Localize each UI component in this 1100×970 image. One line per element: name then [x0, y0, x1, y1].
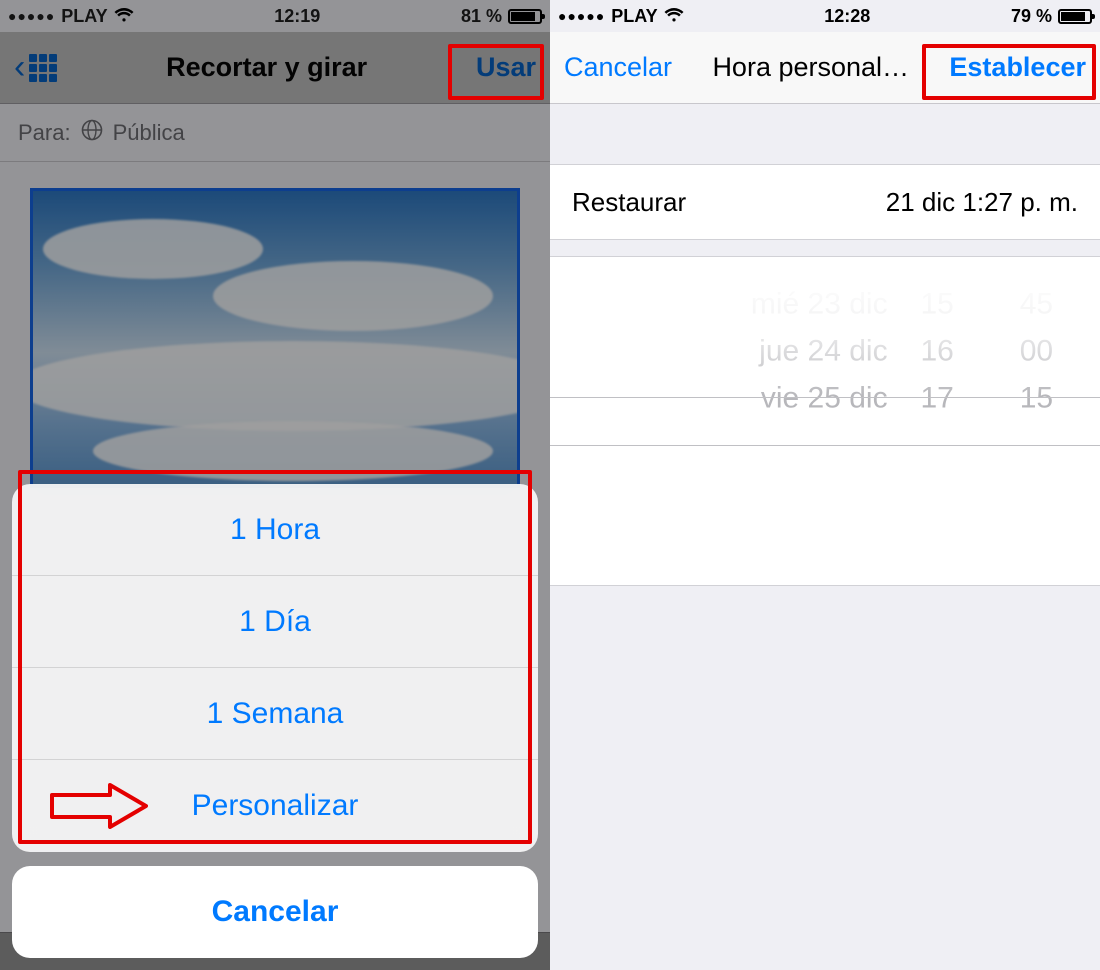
restore-row[interactable]: Restaurar 21 dic 1:27 p. m.: [550, 164, 1100, 240]
wifi-icon: [664, 6, 684, 27]
battery-icon: [1058, 9, 1092, 24]
nav-bar: Cancelar Hora personal… Establecer: [550, 32, 1100, 104]
sheet-option-1-semana[interactable]: 1 Semana: [12, 668, 538, 760]
sheet-option-1-dia[interactable]: 1 Día: [12, 576, 538, 668]
signal-dots-icon: ●●●●●: [558, 8, 605, 24]
clock: 12:28: [824, 6, 870, 27]
picker-item[interactable]: 15: [888, 280, 987, 327]
picker-item[interactable]: mar 22 dic: [564, 257, 888, 280]
picker-column-min[interactable]: 153045001530450015: [987, 257, 1086, 585]
arrow-right-icon: [48, 783, 148, 829]
status-bar: ●●●●● PLAY 12:28 79 %: [550, 0, 1100, 32]
screenshot-left: ●●●●● PLAY 12:19 81 % ‹ Recortar y girar…: [0, 0, 550, 970]
picker-item[interactable]: 30: [987, 257, 1086, 280]
picker-item[interactable]: 45: [987, 280, 1086, 327]
picker-item[interactable]: 14: [888, 257, 987, 280]
picker-item[interactable]: 00: [987, 327, 1086, 374]
restore-label: Restaurar: [572, 187, 686, 218]
action-sheet: 1 Hora 1 Día 1 Semana Personalizar Cance…: [0, 472, 550, 970]
cancel-button[interactable]: Cancelar: [564, 52, 672, 83]
sheet-cancel-button[interactable]: Cancelar: [12, 866, 538, 958]
picker-item[interactable]: jue 24 dic: [564, 327, 888, 374]
restore-value: 21 dic 1:27 p. m.: [886, 187, 1078, 218]
screenshot-right: ●●●●● PLAY 12:28 79 % Cancelar Hora pers…: [550, 0, 1100, 970]
picker-column-hour[interactable]: 091011121314151617: [888, 257, 987, 585]
picker-item[interactable]: 16: [888, 327, 987, 374]
set-button[interactable]: Establecer: [949, 52, 1086, 83]
picker-column-date[interactable]: jue 17 dicvie 18 dicsáb 19 dicdom 20 dic…: [564, 257, 888, 585]
nav-title: Hora personal…: [672, 52, 949, 83]
sheet-option-personalizar[interactable]: Personalizar: [12, 760, 538, 852]
battery-percent: 79 %: [1011, 6, 1052, 27]
datetime-picker[interactable]: jue 17 dicvie 18 dicsáb 19 dicdom 20 dic…: [550, 256, 1100, 586]
sheet-option-1-hora[interactable]: 1 Hora: [12, 484, 538, 576]
carrier-label: PLAY: [611, 6, 657, 27]
picker-item[interactable]: mié 23 dic: [564, 280, 888, 327]
